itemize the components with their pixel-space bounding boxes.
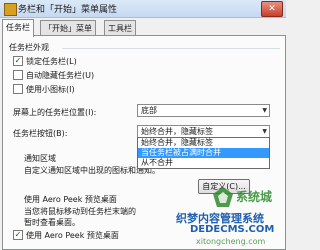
- section-notification: 通知区域: [24, 154, 56, 163]
- window-title: 务栏和「开始」菜单属性: [18, 5, 118, 15]
- dropdown-option[interactable]: 从不合并: [138, 158, 269, 168]
- aero-peek-label: 使用 Aero Peek 预览桌面: [26, 231, 119, 240]
- chevron-down-icon: ▼: [262, 107, 267, 114]
- lock-taskbar-label: 锁定任务栏(L): [26, 57, 77, 66]
- title-bar: 务栏和「开始」菜单属性 ✕: [0, 0, 286, 18]
- tab-toolbars[interactable]: 工具栏: [104, 20, 136, 36]
- tab-taskbar[interactable]: 任务栏: [2, 19, 34, 37]
- lock-taskbar-checkbox[interactable]: ✓: [13, 56, 23, 66]
- buttons-value: 始终合并，隐藏标签: [141, 127, 213, 136]
- window-icon: [4, 3, 17, 16]
- small-icons-label: 使用小图标(I): [26, 85, 75, 94]
- watermark-domain: xitongcheng.com: [196, 237, 266, 246]
- buttons-label: 任务栏按钮(B):: [13, 129, 68, 138]
- tab-strip: 任务栏 「开始」菜单 工具栏: [0, 19, 286, 37]
- chevron-down-icon: ▼: [262, 128, 267, 135]
- auto-hide-label: 自动隐藏任务栏(U): [26, 71, 95, 80]
- section-appearance: 任务栏外观: [9, 43, 49, 52]
- tab-start-menu[interactable]: 「开始」菜单: [40, 20, 96, 36]
- watermark-brand: 系统城: [236, 190, 273, 204]
- small-icons-checkbox[interactable]: [13, 84, 23, 94]
- aero-peek-description-2: 暂时查看桌面。: [24, 218, 80, 227]
- position-label: 屏幕上的任务栏位置(I):: [13, 108, 97, 117]
- dropdown-option[interactable]: 始终合并，隐藏标签: [138, 138, 269, 148]
- divider: [62, 48, 280, 49]
- watermark-site-url: DEDECMS.COM: [190, 224, 275, 235]
- close-button[interactable]: ✕: [261, 1, 283, 17]
- aero-peek-checkbox[interactable]: ✓: [13, 230, 23, 240]
- position-value: 底部: [141, 106, 157, 115]
- buttons-dropdown-list: 始终合并，隐藏标签 当任务栏被占满时合并 从不合并: [137, 137, 270, 169]
- aero-peek-description-1: 当您将鼠标移动到任务栏末端的: [24, 207, 136, 216]
- dropdown-option-selected[interactable]: 当任务栏被占满时合并: [138, 148, 269, 158]
- watermark-logo-icon: [213, 187, 233, 207]
- section-aero-peek: 使用 Aero Peek 预览桌面: [24, 195, 117, 204]
- auto-hide-checkbox[interactable]: [13, 70, 23, 80]
- position-select[interactable]: 底部 ▼: [137, 104, 270, 117]
